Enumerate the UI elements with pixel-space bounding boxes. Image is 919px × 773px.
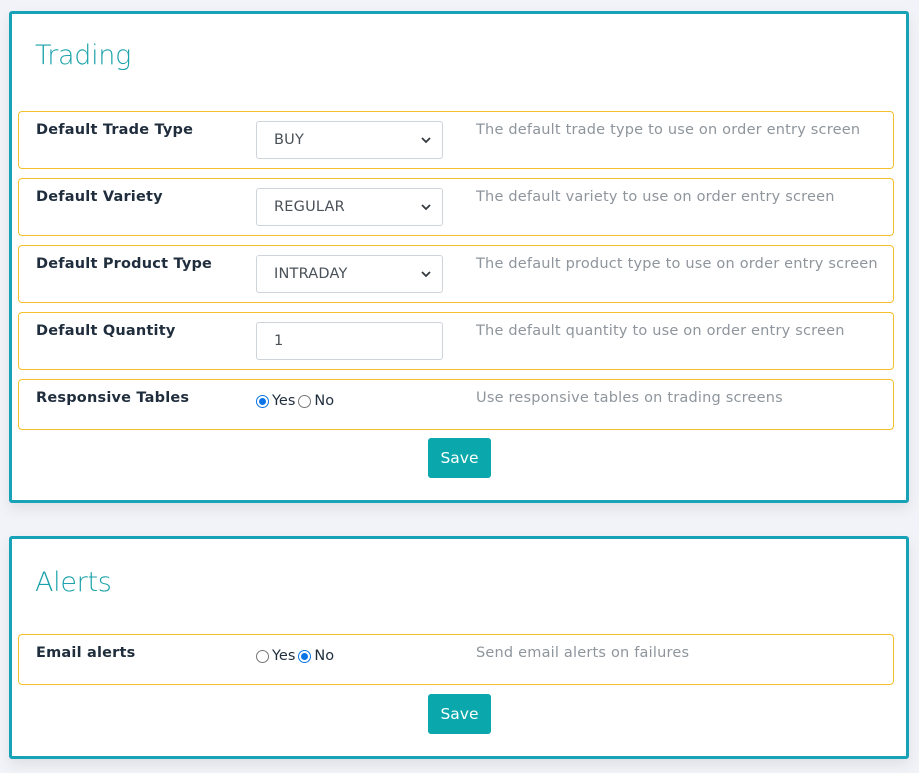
setting-description: The default trade type to use on order e… xyxy=(476,122,861,138)
alerts-save-button[interactable]: Save xyxy=(428,694,491,734)
trading-title: Trading xyxy=(35,40,132,71)
trading-save-button[interactable]: Save xyxy=(428,438,491,478)
select-value: REGULAR xyxy=(274,199,345,215)
input-value: 1 xyxy=(274,333,284,349)
setting-label: Email alerts xyxy=(36,645,136,661)
radio-label[interactable]: No xyxy=(314,393,334,409)
setting-label: Default Product Type xyxy=(36,256,213,272)
chevron-down-icon xyxy=(421,137,431,144)
email-alerts-radio-group: Yes No xyxy=(256,646,337,666)
responsive-tables-radio-group: Yes No xyxy=(256,391,337,411)
setting-row-email-alerts: Email alerts Yes No Send email alerts on… xyxy=(18,634,894,685)
email-alerts-yes-radio[interactable] xyxy=(256,649,269,663)
setting-description: The default product type to use on order… xyxy=(476,256,878,272)
default-trade-type-select[interactable]: BUY xyxy=(256,121,443,159)
select-value: BUY xyxy=(274,132,305,148)
select-value: INTRADAY xyxy=(274,266,348,282)
setting-description: Send email alerts on failures xyxy=(476,645,690,661)
responsive-tables-yes-radio[interactable] xyxy=(256,394,269,408)
radio-label[interactable]: Yes xyxy=(272,393,295,409)
setting-description: Use responsive tables on trading screens xyxy=(476,390,783,406)
setting-label: Default Quantity xyxy=(36,323,176,339)
setting-label: Default Trade Type xyxy=(36,122,194,138)
setting-row-responsive-tables: Responsive Tables Yes No Use responsive … xyxy=(18,379,894,430)
radio-label[interactable]: No xyxy=(314,648,334,664)
alerts-settings-card: Alerts Email alerts Yes No Send email al… xyxy=(9,536,909,759)
email-alerts-no-radio[interactable] xyxy=(298,649,312,663)
chevron-down-icon xyxy=(421,271,431,278)
responsive-tables-no-radio[interactable] xyxy=(298,394,312,408)
trading-settings-card: Trading Default Trade Type BUY The defau… xyxy=(9,11,909,503)
radio-label[interactable]: Yes xyxy=(272,648,295,664)
setting-description: The default quantity to use on order ent… xyxy=(476,323,845,339)
setting-description: The default variety to use on order entr… xyxy=(476,189,835,205)
setting-row-default-variety: Default Variety REGULAR The default vari… xyxy=(18,178,894,236)
default-variety-select[interactable]: REGULAR xyxy=(256,188,443,226)
setting-row-default-product-type: Default Product Type INTRADAY The defaul… xyxy=(18,245,894,303)
alerts-title: Alerts xyxy=(35,567,112,598)
setting-row-default-trade-type: Default Trade Type BUY The default trade… xyxy=(18,111,894,169)
setting-label: Default Variety xyxy=(36,189,163,205)
setting-label: Responsive Tables xyxy=(36,390,190,406)
setting-row-default-quantity: Default Quantity 1 The default quantity … xyxy=(18,312,894,370)
default-product-type-select[interactable]: INTRADAY xyxy=(256,255,443,293)
default-quantity-input[interactable]: 1 xyxy=(256,322,443,360)
chevron-down-icon xyxy=(421,204,431,211)
